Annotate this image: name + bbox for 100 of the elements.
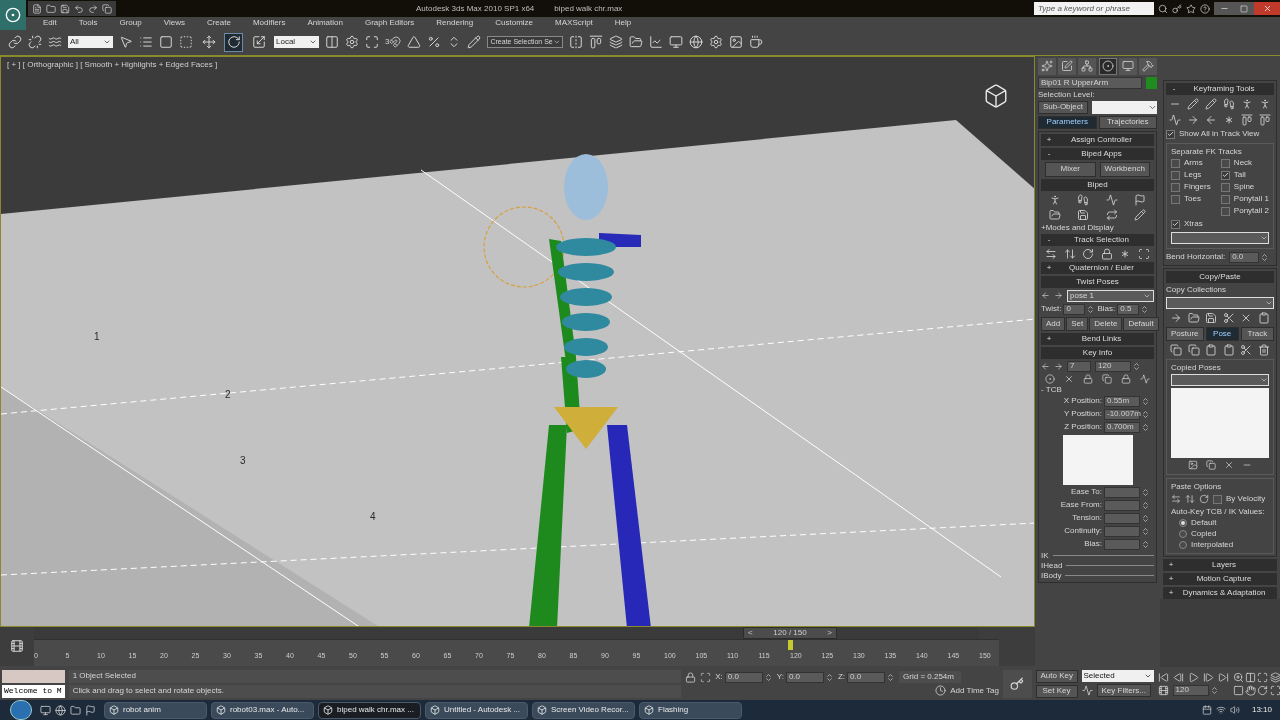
taskbar-button[interactable]: Flashing [639,701,742,719]
number-field[interactable]: 0.5 [1117,303,1140,315]
key-icon[interactable] [1010,676,1025,691]
spinner-icon[interactable] [1141,396,1150,406]
align-icon[interactable] [589,35,604,50]
panel-button[interactable]: Default [1123,316,1159,331]
curve-icon[interactable] [1081,685,1093,697]
set-key-button[interactable]: Set Key [1035,684,1078,698]
circle-dot-icon[interactable] [5,7,21,23]
biped-figure-drawing[interactable] [529,153,651,626]
spinner-icon[interactable] [1141,500,1150,510]
trash-icon[interactable] [1257,343,1270,356]
panel-button[interactable]: Workbench [1099,161,1150,177]
scissors-icon[interactable] [1222,311,1235,324]
previous-key-icon[interactable] [1041,361,1050,371]
time-tag-icon[interactable] [935,685,947,697]
taskbar-button[interactable]: robot03.max - Auto... [211,701,314,719]
number-field[interactable] [1104,486,1140,498]
rollout-header[interactable]: Key Info [1041,346,1154,359]
rollout-header[interactable]: Copy/Paste [1166,270,1274,283]
rollout-header[interactable]: Biped [1041,178,1154,191]
menu-item[interactable]: Rendering [425,19,485,28]
menu-item[interactable]: Tools [67,19,109,28]
spinner-icon[interactable] [763,672,773,682]
rollout-header[interactable]: + Quaternion / Euler [1041,261,1154,274]
clipboard-icon[interactable] [1205,343,1218,356]
app-logo-icon[interactable] [0,0,26,30]
checkbox[interactable] [1220,194,1230,204]
go-to-end-icon[interactable] [1217,671,1229,683]
menu-item[interactable]: Views [152,19,196,28]
horizontal-arrows-icon[interactable] [1171,494,1181,505]
number-field[interactable]: 120 [1095,360,1131,372]
taskbar-button[interactable]: Screen Video Recor... [532,701,635,719]
checkbox[interactable] [1171,194,1180,204]
network-icon[interactable] [1215,705,1226,715]
angle-snap-icon[interactable] [407,35,422,50]
number-field[interactable]: 0.0 [785,671,824,683]
panel-button[interactable]: Set [1066,316,1089,331]
rotate-gizmo[interactable] [483,206,565,288]
radio-button[interactable] [1179,529,1187,538]
object-color-swatch[interactable] [1146,76,1157,89]
rollout-header[interactable]: + Layers [1163,558,1277,571]
redo-icon[interactable] [88,3,98,14]
selection-filter-dropdown[interactable]: All [68,36,113,49]
cycle-icon[interactable] [1105,208,1118,221]
checkbox[interactable] [1171,158,1180,168]
globe-icon[interactable] [689,35,704,50]
dropdown[interactable] [1092,100,1157,114]
rollout-header[interactable]: + Dynamics & Adaptation [1163,586,1277,599]
lock-icon[interactable] [1100,247,1113,260]
lock-icon[interactable] [1121,373,1131,384]
copy-icon[interactable] [1187,343,1200,356]
close-icon[interactable] [1262,4,1272,13]
figure-icon[interactable] [1241,97,1253,110]
checkbox[interactable] [1171,170,1180,180]
next-arrow-icon[interactable] [1054,291,1063,301]
rotate-icon[interactable] [1082,247,1095,260]
next-frame-icon[interactable] [1202,671,1214,683]
group-label[interactable]: IK [1041,551,1049,560]
image-icon[interactable] [729,35,744,50]
figure-icon[interactable] [1259,97,1271,110]
scissors-icon[interactable] [1240,343,1253,356]
rollout-header[interactable]: + Motion Capture [1163,572,1277,585]
cube-icon[interactable] [323,705,333,715]
pencil-icon[interactable] [1133,208,1146,221]
number-field[interactable] [1104,525,1140,537]
clipboard-icon[interactable] [1222,343,1235,356]
number-field[interactable]: 0.0 [724,671,763,683]
group-label[interactable]: IBody [1041,571,1062,580]
layers-icon[interactable] [609,35,624,50]
star-icon[interactable] [1186,3,1196,14]
magnet-icon[interactable] [389,36,402,49]
vertical-arrows-icon[interactable] [1185,494,1195,505]
close-button[interactable] [1254,2,1280,15]
rollout-header[interactable]: Twist Poses [1041,275,1154,288]
spinner-icon[interactable] [1209,685,1219,695]
spinner-icon[interactable] [1086,304,1096,314]
curve-editor-icon[interactable] [649,35,664,50]
key-filters-button[interactable]: Key Filters... [1096,684,1151,698]
checkbox[interactable] [1220,158,1230,168]
spinner-icon[interactable] [1141,422,1150,432]
previous-frame-icon[interactable] [1172,671,1184,683]
select-icon[interactable] [1137,247,1150,260]
cube-icon[interactable] [644,705,654,715]
menu-item[interactable]: Help [603,19,643,28]
flag-icon[interactable] [85,704,96,716]
spinner-icon[interactable] [824,672,834,682]
key-mode-dropdown[interactable]: Selected [1081,670,1154,683]
window-crossing-icon[interactable] [179,35,193,50]
next-key-icon[interactable] [1054,361,1063,371]
object-name-field[interactable]: Bip01 R UpperArm [1038,76,1142,89]
menu-item[interactable]: MAXScript [544,19,604,28]
help-icon[interactable] [1200,3,1210,14]
lock-icon[interactable] [685,671,697,683]
checkbox[interactable] [1220,182,1230,192]
save-icon[interactable] [60,3,70,14]
pulse-icon[interactable] [1105,193,1118,206]
align-icon[interactable] [1241,113,1253,126]
arrow-icon[interactable] [1187,113,1199,126]
spinner-icon[interactable] [1140,304,1150,314]
